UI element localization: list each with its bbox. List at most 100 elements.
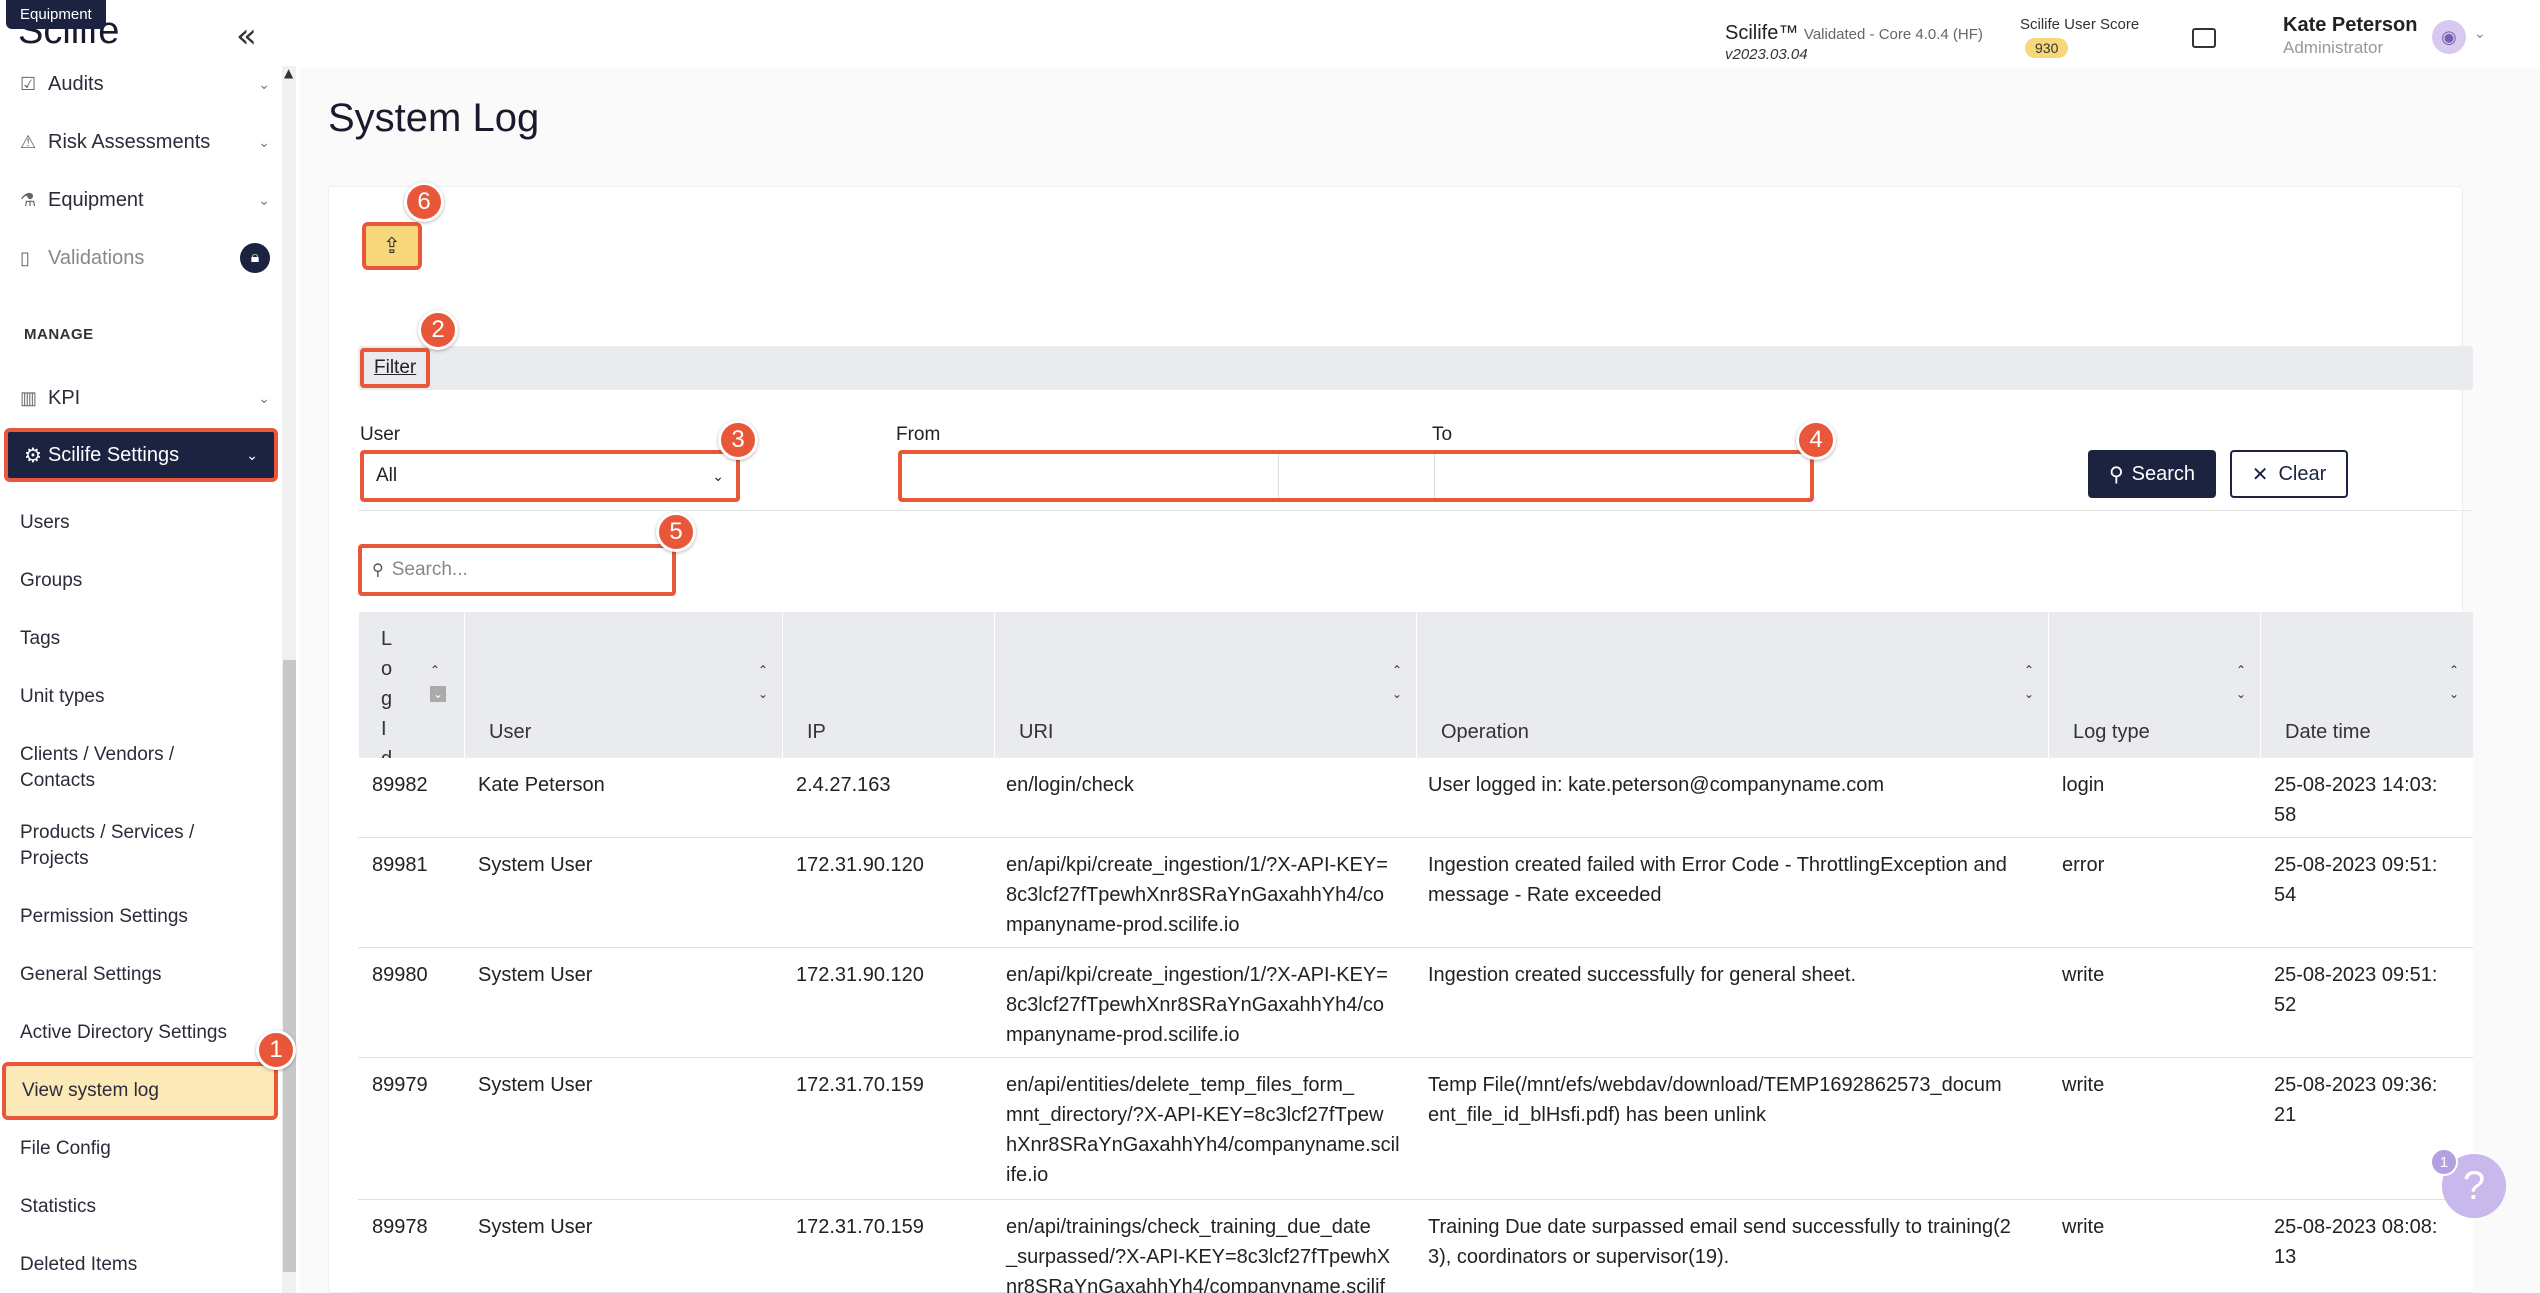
sort-icon[interactable]: ⌃ ⌄ bbox=[2449, 658, 2459, 706]
table-cell-op: Ingestion created failed with Error Code… bbox=[1428, 854, 2007, 906]
table-cell-ip: 172.31.90.120 bbox=[796, 964, 924, 986]
sidebar-item-label: Risk Assessments bbox=[48, 130, 211, 153]
sidebar-subitem-groups[interactable]: Groups bbox=[20, 568, 270, 594]
column-label: Log type bbox=[2073, 721, 2150, 743]
warning-icon: ⚠ bbox=[20, 131, 37, 152]
sort-icon[interactable]: ⌃ ⌄ bbox=[1392, 658, 1402, 706]
sort-icon[interactable]: ⌃ ⌄ bbox=[2024, 658, 2034, 706]
chevron-down-icon: ⌄ bbox=[258, 389, 270, 406]
divider bbox=[358, 510, 2473, 511]
sidebar-subitem-view-system-log[interactable]: View system log bbox=[2, 1062, 278, 1120]
table-cell-id: 89982 bbox=[372, 774, 428, 796]
sidebar-subitem-statistics[interactable]: Statistics bbox=[20, 1194, 270, 1220]
user-name[interactable]: Kate Peterson bbox=[2283, 14, 2418, 37]
sidebar-item-risk-assessments[interactable]: ⚠ Risk Assessments ⌄ bbox=[20, 122, 270, 162]
table-cell-user: System User bbox=[478, 854, 593, 876]
table-cell-user: Kate Peterson bbox=[478, 774, 605, 796]
table-cell-uri: en/api/kpi/create_ingestion/1/?X-API-KEY… bbox=[1006, 964, 1388, 1046]
tooltip: Equipment bbox=[6, 0, 106, 29]
column-header-date-time[interactable]: Date time ⌃ ⌄ bbox=[2260, 612, 2473, 758]
table-cell-id: 89979 bbox=[372, 1074, 428, 1096]
callout-badge: 1 bbox=[256, 1030, 296, 1070]
sidebar-item-validations[interactable]: ▯ Validations 🔒︎ bbox=[20, 238, 270, 278]
sidebar-item-label: Audits bbox=[48, 72, 104, 95]
chevron-down-icon: ⌄ bbox=[258, 75, 270, 92]
sort-icon[interactable]: ⌃ ⌄ bbox=[758, 658, 768, 706]
table-cell-uri: en/api/kpi/create_ingestion/1/?X-API-KEY… bbox=[1006, 854, 1388, 936]
table-cell-ip: 172.31.90.120 bbox=[796, 854, 924, 876]
scroll-thumb[interactable] bbox=[283, 660, 296, 1272]
callout-badge: 6 bbox=[404, 182, 444, 222]
score-label: Scilife User Score bbox=[2020, 16, 2140, 33]
product-version-title: Scilife™ Validated - Core 4.0.4 (HF) bbox=[1725, 22, 1983, 45]
sidebar-subitem-tags[interactable]: Tags bbox=[20, 626, 270, 652]
sidebar-subitem-users[interactable]: Users bbox=[20, 510, 270, 536]
callout-badge: 3 bbox=[718, 420, 758, 460]
sidebar-item-label: Validations bbox=[48, 246, 145, 269]
table-cell-type: error bbox=[2062, 854, 2105, 876]
product-name: Scilife™ bbox=[1725, 22, 1799, 44]
sidebar-subitem-unit-types[interactable]: Unit types bbox=[20, 684, 270, 710]
sort-icon[interactable]: ⌃ ⌄ bbox=[430, 658, 446, 706]
sidebar-item-audits[interactable]: ☑ Audits ⌄ bbox=[20, 64, 270, 104]
collapse-sidebar-icon[interactable]: « bbox=[236, 16, 257, 56]
filter-toggle[interactable]: Filter bbox=[360, 348, 431, 388]
from-field-label: From bbox=[896, 424, 941, 445]
search-field[interactable]: ⚲ bbox=[358, 544, 676, 596]
column-label: Operation bbox=[1441, 721, 1529, 743]
audit-icon: ☑ bbox=[20, 73, 37, 94]
column-header-operation[interactable]: Operation ⌃ ⌄ bbox=[1416, 612, 2048, 758]
table-cell-ip: 172.31.70.159 bbox=[796, 1074, 924, 1096]
table-cell-op: Ingestion created successfully for gener… bbox=[1428, 964, 1857, 986]
search-icon: ⚲ bbox=[372, 562, 384, 579]
scroll-up-icon[interactable]: ▲ bbox=[284, 66, 293, 80]
date-range-input[interactable] bbox=[898, 450, 1814, 502]
search-input[interactable] bbox=[391, 559, 642, 581]
page-title: System Log bbox=[328, 96, 540, 140]
sidebar-subitem-clients[interactable]: Clients / Vendors / Contacts bbox=[20, 742, 220, 794]
table-cell-id: 89980 bbox=[372, 964, 428, 986]
column-header-log-id[interactable]: Log Id ⌃⌄ bbox=[358, 612, 464, 770]
column-header-ip[interactable]: IP bbox=[782, 612, 994, 758]
table-cell-user: System User bbox=[478, 1216, 593, 1238]
table-cell-date: 25-08-2023 14:03: 58 bbox=[2274, 774, 2438, 826]
column-label: URI bbox=[1019, 721, 1054, 743]
table-cell-ip: 2.4.27.163 bbox=[796, 774, 891, 796]
callout-badge: 4 bbox=[1796, 420, 1836, 460]
column-header-uri[interactable]: URI ⌃ ⌄ bbox=[994, 612, 1416, 758]
clear-button-label: Clear bbox=[2278, 462, 2327, 485]
table-cell-id: 89981 bbox=[372, 854, 428, 876]
sidebar-subitem-file-config[interactable]: File Config bbox=[20, 1136, 270, 1162]
chat-icon[interactable] bbox=[2192, 28, 2216, 48]
sidebar-subitem-permission-settings[interactable]: Permission Settings bbox=[20, 904, 270, 930]
chevron-down-icon[interactable]: ⌄ bbox=[2474, 26, 2486, 42]
table-cell-type: write bbox=[2062, 1074, 2105, 1096]
column-header-user[interactable]: User ⌃ ⌄ bbox=[464, 612, 782, 758]
sidebar-subitem-products[interactable]: Products / Services / Projects bbox=[20, 820, 240, 872]
version-number: v2023.03.04 bbox=[1725, 46, 1808, 63]
chevron-down-icon: ⌄ bbox=[246, 446, 258, 463]
table-cell-uri: en/api/trainings/check_training_due_date… bbox=[1006, 1216, 1391, 1293]
column-label: Log Id bbox=[381, 628, 393, 770]
sidebar-subitem-deleted-items[interactable]: Deleted Items bbox=[20, 1252, 270, 1278]
table-cell-date: 25-08-2023 09:51: 54 bbox=[2274, 854, 2438, 906]
sidebar-item-label: Equipment bbox=[48, 188, 144, 211]
sidebar-item-scilife-settings[interactable]: ⚙ Scilife Settings ⌄ bbox=[4, 428, 278, 482]
sort-icon[interactable]: ⌃ ⌄ bbox=[2236, 658, 2246, 706]
sidebar-item-equipment[interactable]: ⚗ Equipment ⌄ bbox=[20, 180, 270, 220]
sidebar-item-kpi[interactable]: ▥ KPI ⌄ bbox=[20, 378, 270, 418]
column-header-log-type[interactable]: Log type ⌃ ⌄ bbox=[2048, 612, 2260, 758]
sidebar-subitem-active-directory[interactable]: Active Directory Settings bbox=[20, 1020, 270, 1046]
export-button[interactable]: ⇪ bbox=[362, 222, 422, 270]
sidebar-subitem-general-settings[interactable]: General Settings bbox=[20, 962, 270, 988]
user-select[interactable]: All ⌄ bbox=[360, 450, 740, 502]
search-button[interactable]: ⚲ Search bbox=[2088, 450, 2216, 498]
table-cell-type: write bbox=[2062, 964, 2105, 986]
avatar[interactable]: ◉ bbox=[2432, 20, 2466, 54]
callout-badge: 5 bbox=[656, 512, 696, 552]
table-cell-type: write bbox=[2062, 1216, 2105, 1238]
chevron-down-icon: ⌄ bbox=[258, 133, 270, 150]
flask-icon: ⚗ bbox=[20, 189, 37, 210]
sidebar-item-label: Scilife Settings bbox=[47, 443, 180, 466]
clear-button[interactable]: ✕ Clear bbox=[2230, 450, 2348, 498]
